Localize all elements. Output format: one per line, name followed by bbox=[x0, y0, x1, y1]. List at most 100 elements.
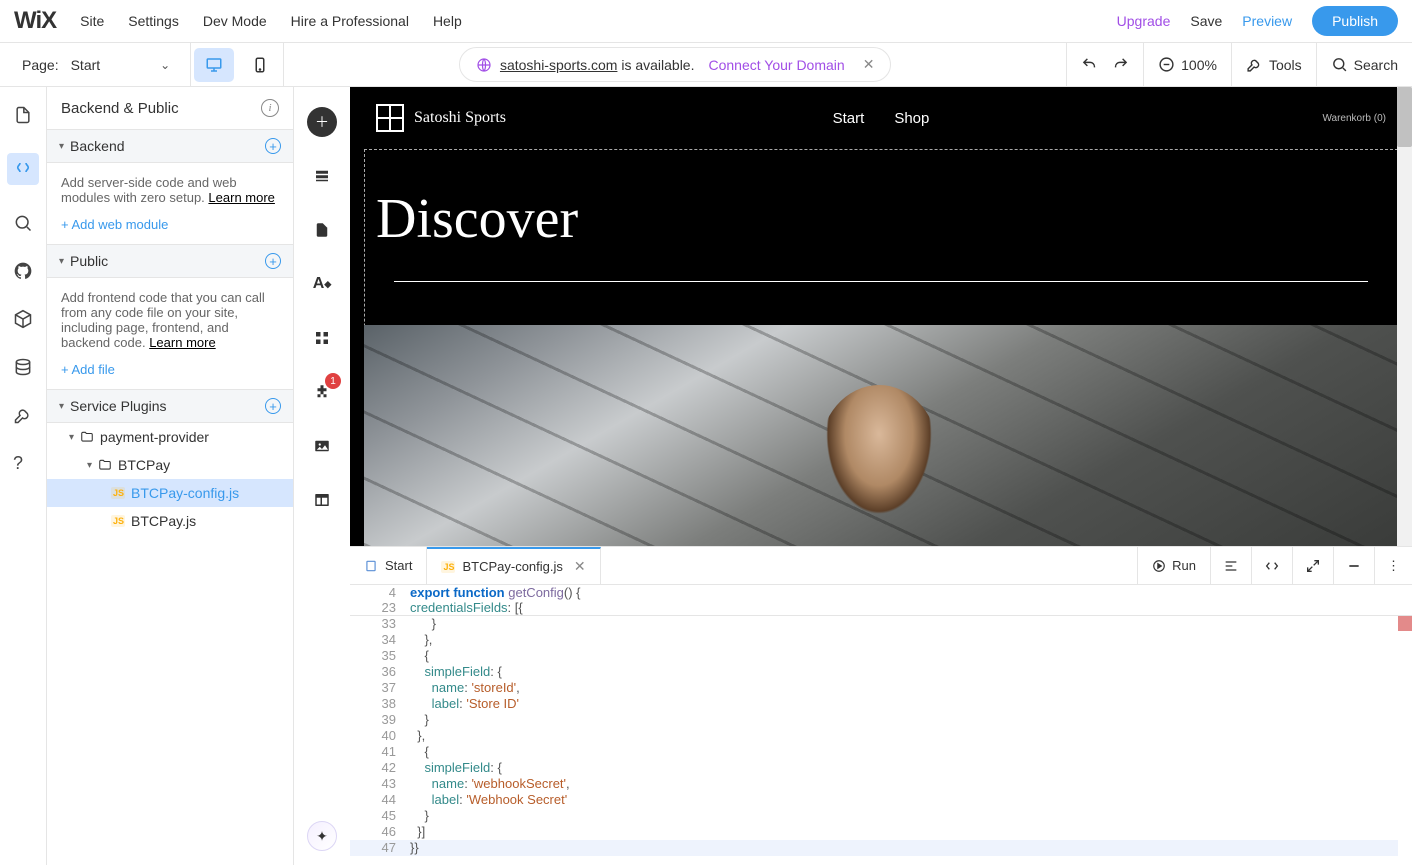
public-section-header[interactable]: ▾Public + bbox=[47, 244, 293, 278]
code-files-icon[interactable] bbox=[7, 153, 39, 185]
nav-start[interactable]: Start bbox=[833, 110, 865, 127]
site-brand[interactable]: Satoshi Sports bbox=[376, 104, 506, 132]
page-name: Start bbox=[71, 57, 101, 73]
tree-file-btcpay[interactable]: JS BTCPay.js bbox=[47, 507, 293, 535]
desktop-view-button[interactable] bbox=[194, 48, 234, 82]
help-icon[interactable]: ? bbox=[13, 453, 33, 473]
learn-more-link[interactable]: Learn more bbox=[149, 335, 215, 350]
layout-tool[interactable] bbox=[307, 485, 337, 515]
notification-badge: 1 bbox=[325, 373, 341, 389]
publish-button[interactable]: Publish bbox=[1312, 6, 1398, 36]
code-sticky-header: 4export function getConfig() {23 credent… bbox=[350, 585, 1412, 616]
menu-help[interactable]: Help bbox=[433, 13, 462, 29]
tree-folder-payment-provider[interactable]: ▾ payment-provider bbox=[47, 423, 293, 451]
backend-section-header[interactable]: ▾Backend + bbox=[47, 129, 293, 163]
redo-button[interactable] bbox=[1112, 56, 1143, 73]
zoom-control[interactable]: 100% bbox=[1143, 43, 1231, 86]
add-plugin-icon[interactable]: + bbox=[265, 398, 281, 414]
nav-shop[interactable]: Shop bbox=[894, 110, 929, 127]
top-menu-left: WiX Site Settings Dev Mode Hire a Profes… bbox=[14, 7, 462, 35]
menu-settings[interactable]: Settings bbox=[128, 13, 179, 29]
code-side-panel: Backend & Public i ▾Backend + Add server… bbox=[47, 87, 294, 865]
search-code-icon[interactable] bbox=[13, 213, 33, 233]
run-button[interactable]: Run bbox=[1137, 547, 1210, 584]
canvas-area: Satoshi Sports Start Shop Warenkorb (0) … bbox=[350, 87, 1412, 865]
more-button[interactable]: ⋮ bbox=[1374, 547, 1412, 584]
chevron-down-icon: ▾ bbox=[87, 460, 92, 471]
globe-icon bbox=[476, 57, 492, 73]
media-tool[interactable] bbox=[307, 431, 337, 461]
upgrade-link[interactable]: Upgrade bbox=[1117, 13, 1171, 29]
site-preview[interactable]: Satoshi Sports Start Shop Warenkorb (0) … bbox=[350, 87, 1412, 546]
plugins-tool[interactable]: 1 bbox=[307, 377, 337, 407]
search-button[interactable]: Search bbox=[1316, 43, 1412, 86]
ai-assistant-button[interactable]: ✦ bbox=[307, 821, 337, 851]
add-element-button[interactable]: ＋ bbox=[307, 107, 337, 137]
cart-label[interactable]: Warenkorb (0) bbox=[1322, 113, 1386, 124]
chevron-down-icon: ▾ bbox=[59, 256, 64, 267]
right-tools: 100% Tools Search bbox=[1066, 43, 1412, 86]
scroll-thumb[interactable] bbox=[1397, 87, 1412, 147]
sections-tool[interactable] bbox=[307, 161, 337, 191]
scrollbar[interactable] bbox=[1397, 87, 1412, 546]
chevron-down-icon: ▾ bbox=[59, 141, 64, 152]
wrap-button[interactable] bbox=[1251, 547, 1292, 584]
wix-logo[interactable]: WiX bbox=[14, 7, 56, 35]
add-file-link[interactable]: + Add file bbox=[61, 362, 279, 377]
apps-tool[interactable] bbox=[307, 323, 337, 353]
tree-file-btcpay-config[interactable]: JS BTCPay-config.js bbox=[47, 479, 293, 507]
mobile-view-button[interactable] bbox=[240, 48, 280, 82]
page-code-icon[interactable] bbox=[13, 105, 33, 125]
menu-site[interactable]: Site bbox=[80, 13, 104, 29]
editor-add-toolbar: ＋ A◆ 1 ✦ bbox=[294, 87, 350, 865]
js-icon: JS bbox=[111, 487, 125, 499]
add-web-module-link[interactable]: + Add web module bbox=[61, 217, 279, 232]
folder-icon bbox=[98, 458, 112, 472]
tools-button[interactable]: Tools bbox=[1231, 43, 1316, 86]
menu-devmode[interactable]: Dev Mode bbox=[203, 13, 267, 29]
add-public-icon[interactable]: + bbox=[265, 253, 281, 269]
database-icon[interactable] bbox=[13, 357, 33, 377]
theme-tool[interactable]: A◆ bbox=[307, 269, 337, 299]
js-icon: JS bbox=[111, 515, 125, 527]
code-panel: Start JS BTCPay-config.js ✕ Run ⋮ 4expor… bbox=[350, 546, 1412, 865]
zoom-value: 100% bbox=[1181, 57, 1217, 73]
menu-hire[interactable]: Hire a Professional bbox=[291, 13, 409, 29]
service-plugins-header[interactable]: ▾Service Plugins + bbox=[47, 389, 293, 423]
info-icon[interactable]: i bbox=[261, 99, 279, 117]
code-actions: Run ⋮ bbox=[1137, 547, 1412, 584]
minimize-button[interactable] bbox=[1333, 547, 1374, 584]
tools-icon[interactable] bbox=[13, 405, 33, 425]
hero-headline[interactable]: Discover bbox=[376, 187, 578, 251]
add-backend-icon[interactable]: + bbox=[265, 138, 281, 154]
expand-button[interactable] bbox=[1292, 547, 1333, 584]
connect-domain-link[interactable]: Connect Your Domain bbox=[708, 57, 844, 73]
minimap[interactable] bbox=[1398, 616, 1412, 865]
panel-title-row: Backend & Public i bbox=[47, 87, 293, 129]
domain-banner: satoshi-sports.com is available. Connect… bbox=[284, 47, 1066, 82]
code-editor[interactable]: 33 }34 },35 {36 simpleField: {37 name: '… bbox=[350, 616, 1412, 865]
learn-more-link[interactable]: Learn more bbox=[208, 190, 274, 205]
save-button[interactable]: Save bbox=[1190, 13, 1222, 29]
canvas-inner: Satoshi Sports Start Shop Warenkorb (0) … bbox=[350, 87, 1412, 546]
close-icon[interactable]: ✕ bbox=[574, 558, 586, 575]
code-tab-btcpay-config[interactable]: JS BTCPay-config.js ✕ bbox=[427, 547, 600, 584]
brand-logo-icon bbox=[376, 104, 404, 132]
undo-button[interactable] bbox=[1066, 43, 1112, 86]
folder-icon bbox=[80, 430, 94, 444]
github-icon[interactable] bbox=[13, 261, 33, 281]
format-button[interactable] bbox=[1210, 547, 1251, 584]
velo-icon-rail: ? bbox=[0, 87, 47, 865]
close-icon[interactable]: ✕ bbox=[863, 56, 875, 73]
preview-link[interactable]: Preview bbox=[1242, 13, 1292, 29]
pages-tool[interactable] bbox=[307, 215, 337, 245]
page-selector[interactable]: Start ⌄ bbox=[71, 57, 191, 73]
chevron-down-icon: ▾ bbox=[59, 401, 64, 412]
packages-icon[interactable] bbox=[13, 309, 33, 329]
code-tab-start[interactable]: Start bbox=[350, 547, 427, 584]
hero-image[interactable] bbox=[364, 325, 1398, 546]
page-icon bbox=[364, 559, 378, 573]
separator bbox=[190, 43, 191, 87]
preview-header: Satoshi Sports Start Shop Warenkorb (0) bbox=[350, 87, 1412, 149]
tree-folder-btcpay[interactable]: ▾ BTCPay bbox=[47, 451, 293, 479]
